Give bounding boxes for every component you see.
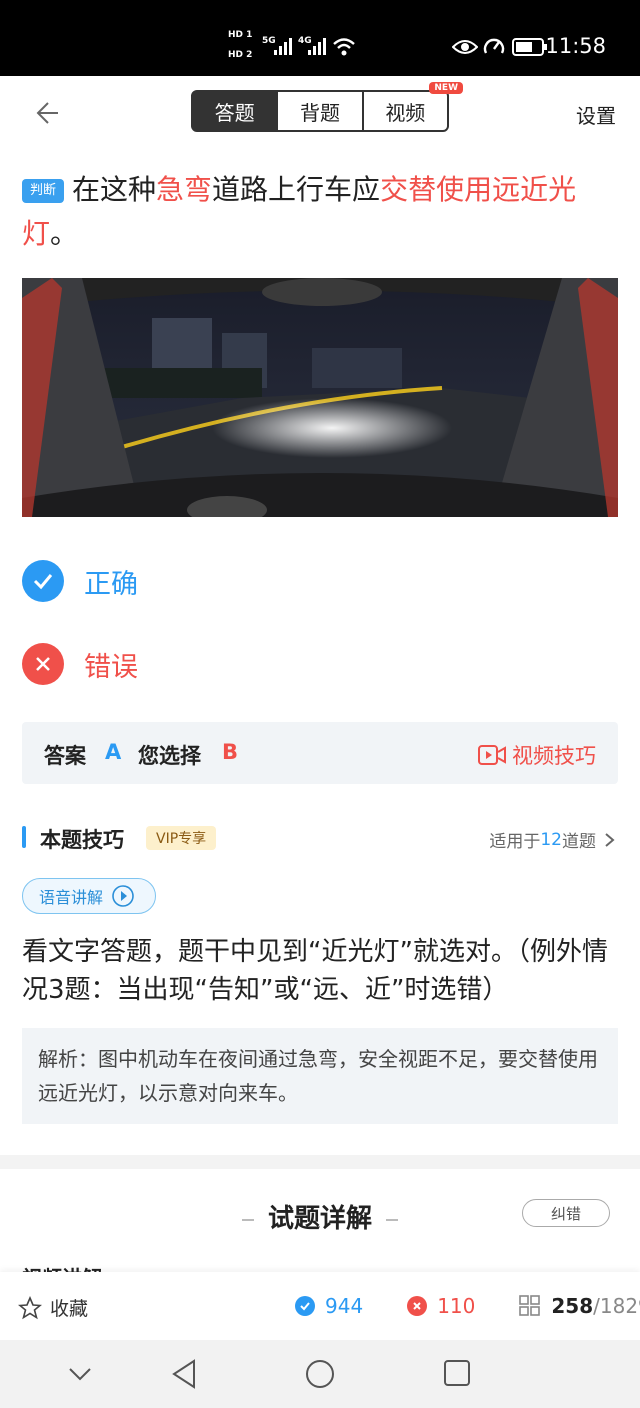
play-icon bbox=[112, 885, 134, 907]
close-icon bbox=[22, 643, 64, 685]
analysis-box: 解析：图中机动车在夜间通过急弯，安全视距不足，要交替使用远近光灯，以示意对向来车… bbox=[22, 1028, 618, 1124]
check-icon bbox=[22, 560, 64, 602]
question-image[interactable] bbox=[22, 278, 618, 517]
voice-explain-button[interactable]: 语音讲解 bbox=[22, 878, 156, 914]
tab-answer[interactable]: 答题 bbox=[193, 92, 277, 130]
video-tips-link[interactable]: 视频技巧 bbox=[478, 740, 596, 770]
favorite-button[interactable]: 收藏 bbox=[18, 1294, 88, 1321]
option-wrong[interactable]: 错误 bbox=[22, 642, 522, 686]
question-text: 判断 在这种急弯道路上行车应交替使用远近光灯。 bbox=[22, 168, 622, 256]
dash-right bbox=[386, 1218, 398, 1221]
stats: 944 110 258/1829 bbox=[295, 1294, 640, 1318]
close-icon bbox=[407, 1296, 428, 1316]
question-part: 道路上行车应 bbox=[212, 173, 381, 206]
option-label: 正确 bbox=[84, 568, 138, 600]
grid-icon bbox=[519, 1295, 541, 1316]
applies-suffix: 道题 bbox=[562, 832, 596, 852]
signal-icon bbox=[274, 38, 292, 55]
nav-home-icon[interactable] bbox=[304, 1358, 336, 1390]
tab-video[interactable]: 视频 bbox=[361, 92, 447, 130]
video-explain-heading: 视频讲解 bbox=[22, 1262, 102, 1272]
header: 答题 背题 视频 NEW 设置 bbox=[0, 76, 640, 150]
wrong-count-stat[interactable]: 110 bbox=[407, 1294, 475, 1318]
star-icon bbox=[18, 1295, 42, 1319]
mode-tabs: 答题 背题 视频 NEW bbox=[191, 82, 463, 132]
tip-text: 看文字答题，题干中见到“近光灯”就选对。（例外情况3题：当出现“告知”或“远、近… bbox=[22, 937, 608, 1005]
detail-title-text: 试题详解 bbox=[267, 1204, 372, 1234]
wifi-icon bbox=[333, 38, 355, 56]
total-count: /1829 bbox=[593, 1294, 640, 1318]
battery-icon bbox=[512, 38, 547, 56]
favorite-label: 收藏 bbox=[50, 1298, 89, 1320]
option-label: 错误 bbox=[84, 651, 138, 683]
applies-prefix: 适用于 bbox=[489, 832, 541, 852]
question-highlight: 急弯 bbox=[156, 173, 213, 206]
option-correct[interactable]: 正确 bbox=[22, 559, 522, 603]
answer-bar: 答案 A 您选择 B 视频技巧 bbox=[22, 722, 618, 784]
correct-count-stat[interactable]: 944 bbox=[295, 1294, 363, 1318]
correct-count: 944 bbox=[325, 1294, 364, 1318]
signal-icon-2 bbox=[308, 38, 326, 55]
wrong-count: 110 bbox=[437, 1294, 476, 1318]
sim1-label: HD 1 bbox=[228, 30, 253, 40]
tips-title: 本题技巧 bbox=[40, 828, 124, 852]
question-type-badge: 判断 bbox=[22, 179, 65, 203]
section-marker bbox=[22, 826, 26, 848]
eye-comfort-icon bbox=[452, 40, 478, 54]
speed-icon bbox=[483, 38, 505, 54]
section-divider bbox=[0, 1155, 640, 1169]
progress-stat[interactable]: 258/1829 bbox=[519, 1294, 640, 1318]
chevron-down-icon[interactable] bbox=[66, 1360, 94, 1388]
chosen-label: 您选择 bbox=[138, 744, 201, 768]
nav-back-icon[interactable] bbox=[170, 1358, 198, 1390]
report-error-button[interactable]: 纠错 bbox=[522, 1199, 610, 1227]
status-bar: HD 1 HD 2 5G 4G 11:58 bbox=[0, 0, 640, 76]
chevron-right-icon bbox=[605, 832, 615, 847]
settings-button[interactable]: 设置 bbox=[576, 100, 616, 129]
system-nav-bar bbox=[0, 1340, 640, 1408]
question-part: 在这种 bbox=[72, 173, 157, 206]
sim2-label: HD 2 bbox=[228, 50, 253, 60]
question-part: 。 bbox=[50, 217, 79, 250]
video-tips-label: 视频技巧 bbox=[512, 744, 596, 768]
applies-count: 12 bbox=[540, 829, 562, 850]
dash-left bbox=[241, 1218, 254, 1221]
voice-label: 语音讲解 bbox=[39, 888, 104, 907]
back-arrow-icon[interactable] bbox=[30, 96, 64, 130]
video-icon bbox=[478, 745, 506, 765]
analysis-text: 解析：图中机动车在夜间通过急弯，安全视距不足，要交替使用远近光灯，以示意对向来车… bbox=[38, 1047, 598, 1105]
current-index: 258 bbox=[551, 1294, 594, 1318]
check-icon bbox=[295, 1296, 315, 1316]
answer-label: 答案 bbox=[44, 744, 86, 768]
correct-answer: A bbox=[105, 740, 122, 764]
vip-badge: VIP专享 bbox=[146, 826, 217, 850]
tab-memorize[interactable]: 背题 bbox=[276, 92, 361, 130]
new-badge: NEW bbox=[429, 82, 463, 94]
bottom-bar: 收藏 944 110 258/1829 bbox=[0, 1272, 640, 1340]
applies-link[interactable]: 适用于 12 道题 bbox=[489, 827, 618, 852]
nav-recents-icon[interactable] bbox=[442, 1358, 472, 1388]
chosen-answer: B bbox=[222, 740, 239, 764]
clock: 11:58 bbox=[545, 34, 606, 58]
